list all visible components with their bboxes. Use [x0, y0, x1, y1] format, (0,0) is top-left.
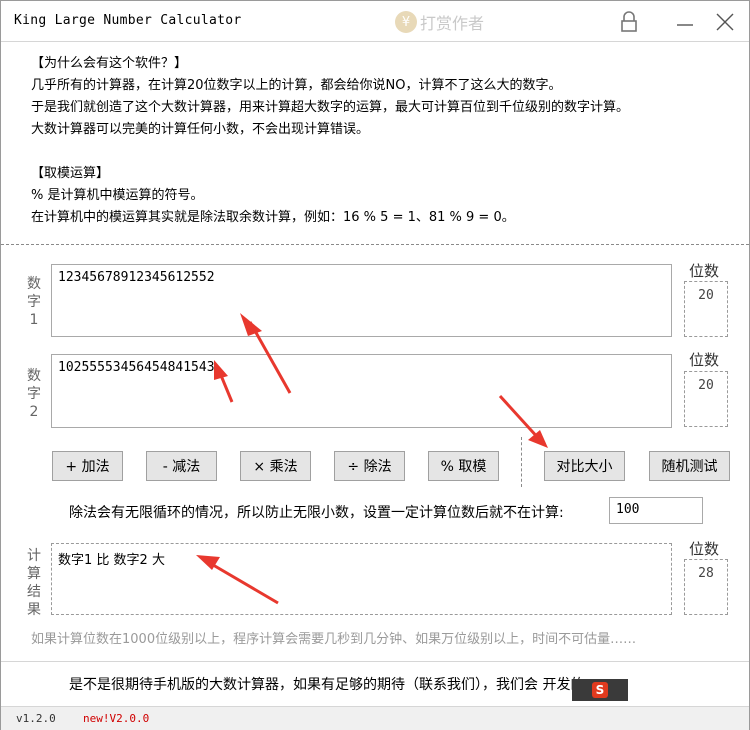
annotation-arrows: [196, 313, 548, 605]
annotation-arrow-icon: [240, 313, 292, 394]
annotation-arrow-icon: [196, 555, 279, 605]
annotation-arrow-icon: [214, 360, 234, 403]
annotation-arrow-icon: [498, 394, 548, 448]
